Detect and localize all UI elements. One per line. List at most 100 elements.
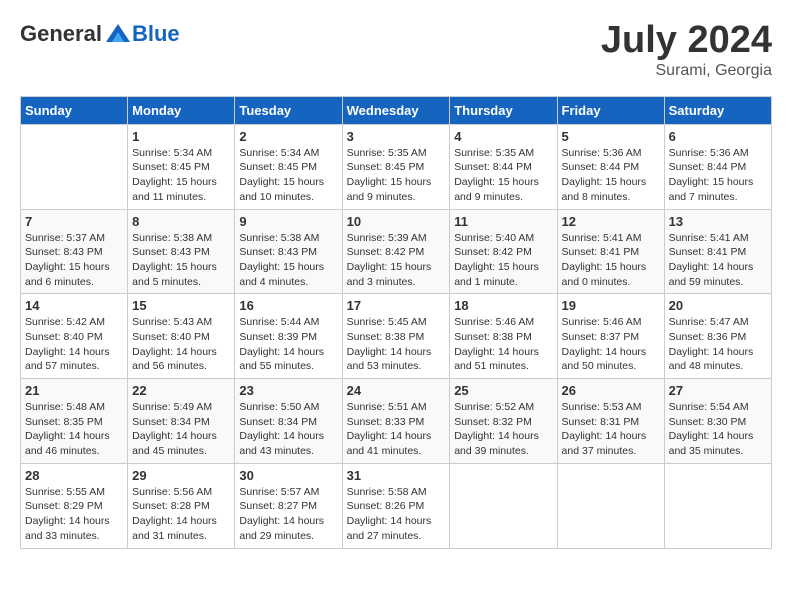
calendar-cell: 9Sunrise: 5:38 AM Sunset: 8:43 PM Daylig… [235,209,342,294]
day-info: Sunrise: 5:34 AM Sunset: 8:45 PM Dayligh… [239,146,337,205]
day-info: Sunrise: 5:35 AM Sunset: 8:44 PM Dayligh… [454,146,552,205]
day-info: Sunrise: 5:47 AM Sunset: 8:36 PM Dayligh… [669,315,767,374]
day-number: 31 [347,468,446,483]
calendar-cell: 10 Sunrise: 5:39 AM Sunset: 8:42 PM Dayli… [342,209,450,294]
day-info: Sunrise: 5:38 AM Sunset: 8:43 PM Dayligh… [239,231,337,290]
day-info: Sunrise: 5:36 AM Sunset: 8:44 PM Dayligh… [562,146,660,205]
day-number: 21 [25,383,123,398]
calendar-cell: 20 Sunrise: 5:47 AM Sunset: 8:36 PM Dayli… [664,294,771,379]
day-number: 16 [239,298,337,313]
location-title: Surami, Georgia [601,62,772,80]
calendar-cell: 12Sunrise: 5:41 AM Sunset: 8:41 PM Dayli… [557,209,664,294]
day-number: 22 [132,383,230,398]
day-number: 10 [347,214,446,229]
calendar-cell: 27 Sunrise: 5:54 AM Sunset: 8:30 PM Dayli… [664,379,771,464]
calendar-week-row: 7 Sunrise: 5:37 AM Sunset: 8:43 PM Daylig… [21,209,772,294]
day-info: Sunrise: 5:38 AM Sunset: 8:43 PM Dayligh… [132,231,230,290]
calendar-cell: 19 Sunrise: 5:46 AM Sunset: 8:37 PM Dayli… [557,294,664,379]
day-number: 15 [132,298,230,313]
logo-blue: Blue [132,21,180,47]
day-number: 13 [669,214,767,229]
day-info: Sunrise: 5:55 AM Sunset: 8:29 PM Dayligh… [25,485,123,544]
day-number: 4 [454,129,552,144]
day-info: Sunrise: 5:37 AM Sunset: 8:43 PM Dayligh… [25,231,123,290]
day-number: 19 [562,298,660,313]
calendar-cell: 8 Sunrise: 5:38 AM Sunset: 8:43 PM Daylig… [128,209,235,294]
calendar-cell [21,124,128,209]
day-number: 18 [454,298,552,313]
weekday-header-row: SundayMondayTuesdayWednesdayThursdayFrid… [21,96,772,124]
calendar-cell [450,463,557,548]
weekday-header-cell: Sunday [21,96,128,124]
day-info: Sunrise: 5:46 AM Sunset: 8:38 PM Dayligh… [454,315,552,374]
day-info: Sunrise: 5:57 AM Sunset: 8:27 PM Dayligh… [239,485,337,544]
day-number: 6 [669,129,767,144]
calendar-cell: 1Sunrise: 5:34 AM Sunset: 8:45 PM Daylig… [128,124,235,209]
weekday-header-cell: Thursday [450,96,557,124]
calendar-cell: 24Sunrise: 5:51 AM Sunset: 8:33 PM Dayli… [342,379,450,464]
day-info: Sunrise: 5:45 AM Sunset: 8:38 PM Dayligh… [347,315,446,374]
day-number: 14 [25,298,123,313]
calendar-cell: 2Sunrise: 5:34 AM Sunset: 8:45 PM Daylig… [235,124,342,209]
day-info: Sunrise: 5:42 AM Sunset: 8:40 PM Dayligh… [25,315,123,374]
day-info: Sunrise: 5:53 AM Sunset: 8:31 PM Dayligh… [562,400,660,459]
day-number: 17 [347,298,446,313]
weekday-header-cell: Monday [128,96,235,124]
day-info: Sunrise: 5:52 AM Sunset: 8:32 PM Dayligh… [454,400,552,459]
weekday-header-cell: Saturday [664,96,771,124]
page-header: General Blue July 2024 Surami, Georgia [20,20,772,80]
calendar-cell: 4 Sunrise: 5:35 AM Sunset: 8:44 PM Daylig… [450,124,557,209]
day-number: 29 [132,468,230,483]
calendar-cell: 22 Sunrise: 5:49 AM Sunset: 8:34 PM Dayli… [128,379,235,464]
calendar-cell: 6 Sunrise: 5:36 AM Sunset: 8:44 PM Daylig… [664,124,771,209]
logo-icon [104,20,132,48]
day-info: Sunrise: 5:35 AM Sunset: 8:45 PM Dayligh… [347,146,446,205]
day-number: 11 [454,214,552,229]
calendar-cell: 16 Sunrise: 5:44 AM Sunset: 8:39 PM Dayli… [235,294,342,379]
month-title: July 2024 [601,20,772,62]
day-info: Sunrise: 5:43 AM Sunset: 8:40 PM Dayligh… [132,315,230,374]
calendar-body: 1 Sunrise: 5:34 AM Sunset: 8:45 PM Daylig… [21,124,772,548]
day-info: Sunrise: 5:44 AM Sunset: 8:39 PM Dayligh… [239,315,337,374]
day-number: 1 [132,129,230,144]
calendar-cell [557,463,664,548]
day-info: Sunrise: 5:51 AM Sunset: 8:33 PM Dayligh… [347,400,446,459]
calendar-cell: 29 Sunrise: 5:56 AM Sunset: 8:28 PM Dayli… [128,463,235,548]
day-number: 12 [562,214,660,229]
logo: General Blue [20,20,180,48]
calendar-cell: 3 Sunrise: 5:35 AM Sunset: 8:45 PM Daylig… [342,124,450,209]
day-info: Sunrise: 5:48 AM Sunset: 8:35 PM Dayligh… [25,400,123,459]
day-number: 8 [132,214,230,229]
day-info: Sunrise: 5:39 AM Sunset: 8:42 PM Dayligh… [347,231,446,290]
calendar-cell: 15 Sunrise: 5:43 AM Sunset: 8:40 PM Dayli… [128,294,235,379]
calendar-cell: 31Sunrise: 5:58 AM Sunset: 8:26 PM Dayli… [342,463,450,548]
calendar-cell [664,463,771,548]
day-number: 20 [669,298,767,313]
title-block: July 2024 Surami, Georgia [601,20,772,80]
day-number: 30 [239,468,337,483]
day-info: Sunrise: 5:56 AM Sunset: 8:28 PM Dayligh… [132,485,230,544]
day-number: 26 [562,383,660,398]
day-info: Sunrise: 5:46 AM Sunset: 8:37 PM Dayligh… [562,315,660,374]
day-number: 3 [347,129,446,144]
day-number: 25 [454,383,552,398]
calendar-cell: 26 Sunrise: 5:53 AM Sunset: 8:31 PM Dayli… [557,379,664,464]
calendar-week-row: 1 Sunrise: 5:34 AM Sunset: 8:45 PM Daylig… [21,124,772,209]
weekday-header-cell: Wednesday [342,96,450,124]
calendar-week-row: 28Sunrise: 5:55 AM Sunset: 8:29 PM Dayli… [21,463,772,548]
calendar-table: SundayMondayTuesdayWednesdayThursdayFrid… [20,96,772,549]
calendar-cell: 30 Sunrise: 5:57 AM Sunset: 8:27 PM Dayli… [235,463,342,548]
logo-general: General [20,21,102,47]
day-info: Sunrise: 5:49 AM Sunset: 8:34 PM Dayligh… [132,400,230,459]
day-number: 7 [25,214,123,229]
weekday-header-cell: Tuesday [235,96,342,124]
calendar-cell: 7 Sunrise: 5:37 AM Sunset: 8:43 PM Daylig… [21,209,128,294]
day-info: Sunrise: 5:36 AM Sunset: 8:44 PM Dayligh… [669,146,767,205]
day-info: Sunrise: 5:41 AM Sunset: 8:41 PM Dayligh… [669,231,767,290]
day-number: 27 [669,383,767,398]
calendar-week-row: 21 Sunrise: 5:48 AM Sunset: 8:35 PM Dayli… [21,379,772,464]
calendar-cell: 28Sunrise: 5:55 AM Sunset: 8:29 PM Dayli… [21,463,128,548]
weekday-header-cell: Friday [557,96,664,124]
day-info: Sunrise: 5:54 AM Sunset: 8:30 PM Dayligh… [669,400,767,459]
calendar-cell: 11Sunrise: 5:40 AM Sunset: 8:42 PM Dayli… [450,209,557,294]
